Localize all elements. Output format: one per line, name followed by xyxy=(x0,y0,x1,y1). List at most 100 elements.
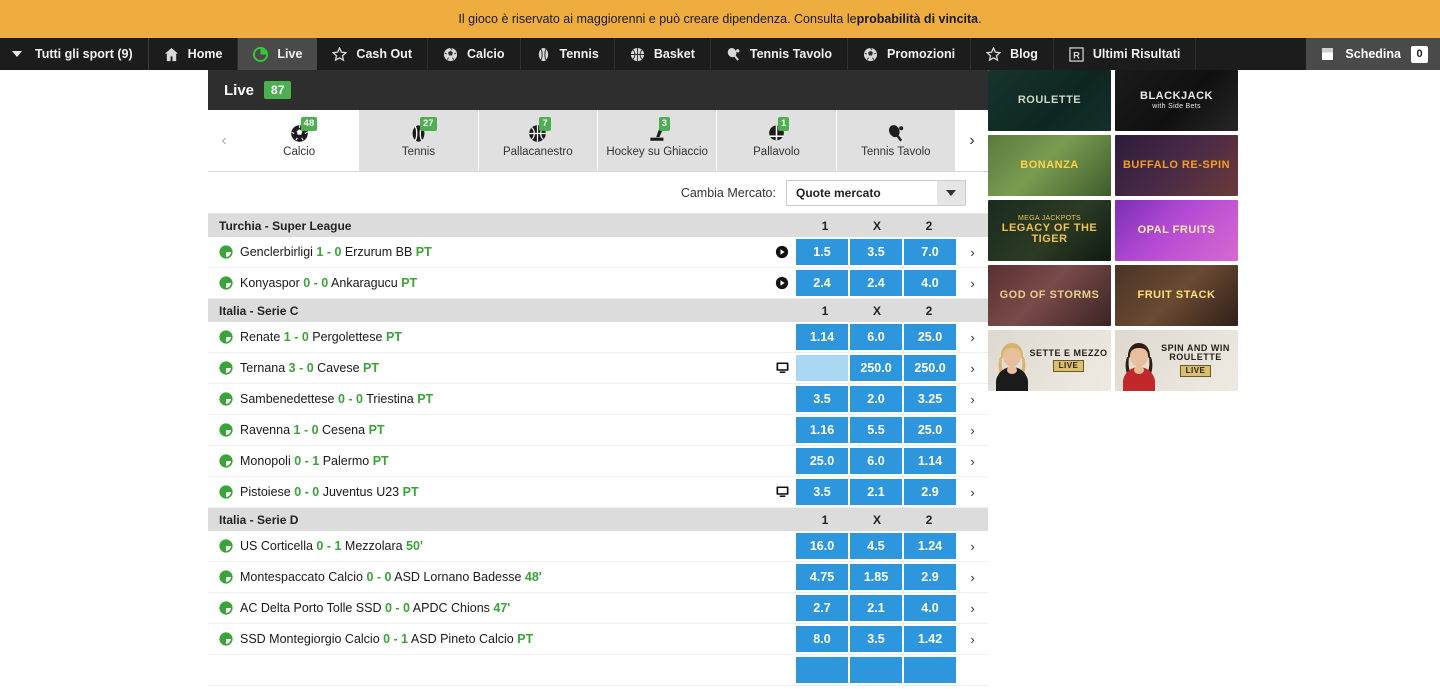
odds-button[interactable]: 2.0 xyxy=(850,386,902,412)
odds-button[interactable]: 3.25 xyxy=(904,386,956,412)
odds-button[interactable]: 250.0 xyxy=(904,355,956,381)
sport-tab-pallavolo[interactable]: 1 Pallavolo xyxy=(717,110,837,171)
chevron-right-icon[interactable]: › xyxy=(957,415,988,445)
casino-game-tile[interactable]: FRUIT STACK xyxy=(1115,265,1238,326)
nav-item-tennis-tavolo[interactable]: Tennis Tavolo xyxy=(711,38,849,70)
odds-button[interactable]: 1.42 xyxy=(904,626,956,652)
nav-item-blog[interactable]: Blog xyxy=(971,38,1054,70)
casino-game-tile[interactable]: SPIN AND WIN ROULETTE LIVE xyxy=(1115,330,1238,391)
table-row[interactable]: US Corticella 0 - 1 Mezzolara 50' 16.0 4.5… xyxy=(208,531,988,562)
sport-tab-pallacanestro[interactable]: 7 Pallacanestro xyxy=(478,110,598,171)
odds-button[interactable]: 8.0 xyxy=(796,626,848,652)
chevron-right-icon[interactable] xyxy=(957,655,988,685)
odds-button[interactable] xyxy=(850,657,902,683)
odds-button[interactable]: 250.0 xyxy=(850,355,902,381)
odds-button[interactable] xyxy=(796,657,848,683)
table-row[interactable]: Renate 1 - 0 Pergolettese PT 1.14 6.0 25.0 › xyxy=(208,322,988,353)
table-row[interactable] xyxy=(208,655,988,686)
sport-tab-calcio[interactable]: 48 Calcio xyxy=(240,110,360,171)
chevron-right-icon[interactable]: › xyxy=(957,624,988,654)
chevron-right-icon[interactable]: › xyxy=(957,446,988,476)
chevron-right-icon[interactable]: › xyxy=(957,353,988,383)
casino-game-tile[interactable]: ROULETTE xyxy=(988,70,1111,131)
odds-button[interactable]: 1.14 xyxy=(796,324,848,350)
odds-button[interactable]: 3.5 xyxy=(796,479,848,505)
odds-button[interactable]: 1.14 xyxy=(904,448,956,474)
odds-button[interactable]: 4.0 xyxy=(904,270,956,296)
odds-button[interactable]: 25.0 xyxy=(796,448,848,474)
table-row[interactable]: Ternana 3 - 0 Cavese PT 250.0 250.0 › xyxy=(208,353,988,384)
table-row[interactable]: Ravenna 1 - 0 Cesena PT 1.16 5.5 25.0 › xyxy=(208,415,988,446)
casino-game-tile[interactable]: BONANZA xyxy=(988,135,1111,196)
chevron-right-icon[interactable]: › xyxy=(957,237,988,267)
sport-tab-tennis-tavolo[interactable]: Tennis Tavolo xyxy=(836,110,956,171)
odds-button[interactable]: 25.0 xyxy=(904,417,956,443)
table-row[interactable]: Montespaccato Calcio 0 - 0 ASD Lornano B… xyxy=(208,562,988,593)
sport-tabs-prev-arrow[interactable]: ‹ xyxy=(208,110,240,171)
sport-tabs-next-arrow[interactable]: › xyxy=(956,110,988,171)
odds-button[interactable]: 6.0 xyxy=(850,324,902,350)
odds-button[interactable]: 6.0 xyxy=(850,448,902,474)
table-row[interactable]: Konyaspor 0 - 0 Ankaragucu PT 2.4 2.4 4.0 › xyxy=(208,268,988,299)
odds-button[interactable]: 2.4 xyxy=(850,270,902,296)
table-row[interactable]: SSD Montegiorgio Calcio 0 - 1 ASD Pineto… xyxy=(208,624,988,655)
odds-button[interactable]: 5.5 xyxy=(850,417,902,443)
chevron-right-icon[interactable]: › xyxy=(957,562,988,592)
odds-button[interactable]: 4.75 xyxy=(796,564,848,590)
nav-item-tennis[interactable]: Tennis xyxy=(521,38,615,70)
casino-game-tile[interactable]: SETTE E MEZZO LIVE xyxy=(988,330,1111,391)
odds-button[interactable]: 25.0 xyxy=(904,324,956,350)
chevron-right-icon[interactable]: › xyxy=(957,593,988,623)
odds-button[interactable]: 1.16 xyxy=(796,417,848,443)
table-row[interactable]: Pistoiese 0 - 0 Juventus U23 PT 3.5 2.1 2.9… xyxy=(208,477,988,508)
casino-game-tile[interactable]: GOD OF STORMS xyxy=(988,265,1111,326)
casino-game-tile[interactable]: MEGA JACKPOTS LEGACY OF THE TIGER xyxy=(988,200,1111,261)
odds-button[interactable]: 2.1 xyxy=(850,479,902,505)
nav-item-ultimi-risultati[interactable]: R Ultimi Risultati xyxy=(1054,38,1197,70)
odds-button[interactable]: 2.7 xyxy=(796,595,848,621)
chevron-right-icon[interactable]: › xyxy=(957,322,988,352)
nav-item-basket[interactable]: Basket xyxy=(615,38,711,70)
chevron-right-icon[interactable]: › xyxy=(957,531,988,561)
odds-button[interactable]: 1.5 xyxy=(796,239,848,265)
betslip-button[interactable]: Schedina 0 xyxy=(1306,38,1440,70)
win-probability-link[interactable]: probabilità di vincita xyxy=(857,12,979,26)
casino-game-tile[interactable]: OPAL FRUITS xyxy=(1115,200,1238,261)
nav-item-home[interactable]: Home xyxy=(149,38,239,70)
table-row[interactable]: Monopoli 0 - 1 Palermo PT 25.0 6.0 1.14 › xyxy=(208,446,988,477)
chevron-right-icon[interactable]: › xyxy=(957,268,988,298)
sport-tab-hockey-su-ghiaccio[interactable]: 3 Hockey su Ghiaccio xyxy=(597,110,718,171)
odds-button[interactable]: 3.5 xyxy=(850,626,902,652)
sport-tab-tennis[interactable]: 27 Tennis xyxy=(359,110,479,171)
chevron-right-icon[interactable]: › xyxy=(957,477,988,507)
chevron-right-icon[interactable]: › xyxy=(957,384,988,414)
table-row[interactable]: AC Delta Porto Tolle SSD 0 - 0 APDC Chio… xyxy=(208,593,988,624)
odds-button[interactable]: 3.5 xyxy=(850,239,902,265)
nav-item-live[interactable]: Live xyxy=(238,38,318,70)
league-header[interactable]: Turchia - Super League 1 X 2 xyxy=(208,214,988,237)
event-media-indicator[interactable] xyxy=(769,477,795,507)
odds-button[interactable]: 2.9 xyxy=(904,564,956,590)
odds-button[interactable] xyxy=(904,657,956,683)
event-media-indicator[interactable] xyxy=(769,237,795,267)
market-select-caret[interactable] xyxy=(937,180,965,205)
odds-button[interactable] xyxy=(796,355,848,381)
event-media-indicator[interactable] xyxy=(769,268,795,298)
odds-button[interactable]: 4.5 xyxy=(850,533,902,559)
odds-button[interactable]: 2.9 xyxy=(904,479,956,505)
odds-button[interactable]: 1.85 xyxy=(850,564,902,590)
market-select[interactable]: Quote mercato xyxy=(786,179,966,206)
nav-item-cash-out[interactable]: Cash Out xyxy=(317,38,428,70)
odds-button[interactable]: 3.5 xyxy=(796,386,848,412)
table-row[interactable]: Sambenedettese 0 - 0 Triestina PT 3.5 2.0 3… xyxy=(208,384,988,415)
table-row[interactable]: Genclerbirligi 1 - 0 Erzurum BB PT 1.5 3.5… xyxy=(208,237,988,268)
casino-game-tile[interactable]: BUFFALO RE-SPIN xyxy=(1115,135,1238,196)
casino-game-tile[interactable]: BLACKJACK with Side Bets xyxy=(1115,70,1238,131)
odds-button[interactable]: 2.1 xyxy=(850,595,902,621)
odds-button[interactable]: 2.4 xyxy=(796,270,848,296)
league-header[interactable]: Italia - Serie D 1 X 2 xyxy=(208,508,988,531)
nav-item-promozioni[interactable]: Promozioni xyxy=(848,38,972,70)
odds-button[interactable]: 16.0 xyxy=(796,533,848,559)
nav-all-sports[interactable]: Tutti gli sport (9) xyxy=(0,38,149,70)
league-header[interactable]: Italia - Serie C 1 X 2 xyxy=(208,299,988,322)
